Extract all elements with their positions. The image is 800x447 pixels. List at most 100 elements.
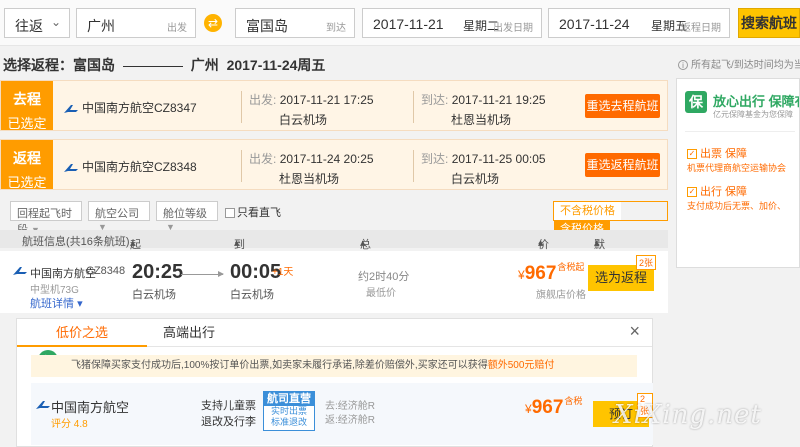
main-content: 选择返程：富国岛 广州 2017-11-24周五 去程 已选定 中国南方航空CZ… — [0, 0, 668, 447]
shield-icon: 保 — [685, 91, 707, 113]
price-note: 旗舰店价格 — [536, 290, 586, 301]
return-dep-airport: 杜恩当机场 — [279, 172, 340, 186]
price-excl-tax-option[interactable]: 不含税价格 — [554, 202, 621, 220]
close-icon[interactable]: × — [629, 321, 640, 342]
return-dep-time: 2017-11-24 20:25 — [279, 152, 374, 166]
child-ticket-label[interactable]: 支持儿童票 — [201, 397, 256, 413]
divider — [241, 150, 242, 182]
departure-period-filter[interactable]: 回程起飞时段▼ — [10, 201, 82, 236]
reselect-return-button[interactable]: 重选返程航班 — [585, 153, 660, 177]
badge-line1: 实时出票 — [270, 406, 307, 416]
sort-icon: ▴ — [360, 237, 366, 249]
search-flights-button[interactable]: 搜索航班 — [738, 8, 800, 38]
tab-premium[interactable]: 高端出行 — [163, 319, 215, 347]
sort-icon: ▴ — [130, 237, 136, 249]
return-airline-name: 中国南方航空CZ8348 — [82, 160, 197, 174]
ticket-guarantee-text: 出票 保障 — [700, 148, 748, 160]
outbound-arr-airport: 杜恩当机场 — [451, 113, 512, 127]
arr-label: 到达: — [421, 152, 449, 166]
return-arrival: 到达: 2017-11-25 00:05 白云机场 — [421, 150, 546, 187]
dep-label: 出发: — [249, 93, 277, 107]
flight-detail-label: 航班详情 — [30, 298, 74, 310]
airline-logo-icon — [64, 104, 78, 113]
dep-airport: 白云机场 — [132, 289, 176, 301]
route-heading: 选择返程：富国岛 广州 2017-11-24周五 — [3, 55, 325, 75]
travel-icon: ✓ — [687, 187, 697, 198]
tab-low-price[interactable]: 低价之选 — [17, 319, 147, 347]
return-suffix: 返程日期 — [681, 23, 721, 34]
price-value: 967 — [531, 397, 564, 418]
route-dest: 广州 — [190, 57, 219, 73]
outbound-airline-name: 中国南方航空CZ8347 — [82, 101, 197, 115]
watermark: XiXing.net — [614, 400, 762, 430]
outbound-cabin: 去:经济舱R — [325, 401, 375, 412]
time-note: i 所有起飞/到达时间均为当 — [678, 56, 800, 71]
return-arr-airport: 白云机场 — [451, 172, 500, 186]
return-tag-title: 返程 — [13, 150, 41, 166]
divider — [413, 150, 414, 182]
time-note-text: 所有起飞/到达时间均为当 — [691, 60, 800, 71]
airline-logo-icon — [36, 401, 50, 409]
return-airline: 中国南方航空CZ8348 — [63, 158, 197, 175]
return-departure: 出发: 2017-11-24 20:25 杜恩当机场 — [249, 150, 374, 187]
cabin-class-filter[interactable]: 舱位等级▼ — [156, 201, 218, 232]
plane-type: 中型机73G — [30, 285, 79, 296]
arr-label: 到达: — [421, 93, 449, 107]
badge-line2: 标准退改 — [270, 417, 307, 427]
direct-only-checkbox[interactable]: 只看直飞 — [225, 204, 281, 220]
return-tag: 返程 已选定 — [1, 140, 53, 190]
airline-logo-icon — [64, 163, 78, 172]
notice-text: 飞猪保障买家支付成功后,100%按订单价出票,如卖家未履行承诺,除差价赔偿外,买… — [71, 360, 488, 371]
outbound-arrival: 到达: 2017-11-21 19:25 杜恩当机场 — [421, 91, 546, 128]
col-info: 航班信息(共16条航班) — [22, 236, 130, 248]
flight-detail-link[interactable]: 航班详情 ▾ — [30, 295, 83, 311]
ticket-guarantee-heading: ✓ 出票 保障 — [687, 145, 747, 161]
outbound-tag-title: 去程 — [13, 91, 41, 107]
route-date: 2017-11-24周五 — [226, 57, 326, 73]
return-leg-card: 返程 已选定 中国南方航空CZ8348 出发: 2017-11-24 20:25… — [0, 139, 668, 190]
price-type-toggle: 不含税价格 含税价格 — [553, 201, 668, 238]
fare-tabs: 低价之选 高端出行 × — [17, 319, 652, 347]
guarantee-box: 保 放心出行 保障有 亿元保障基金为您保障 ✓ 出票 保障 机票代理商航空运输协会… — [676, 78, 800, 268]
currency: ¥ — [518, 268, 525, 282]
outbound-airline: 中国南方航空CZ8347 — [63, 99, 197, 116]
divider — [413, 91, 414, 123]
flight-price: ¥967含税起 — [518, 263, 584, 285]
info-icon: i — [678, 60, 688, 70]
flight-table-header: 航班信息(共16条航班) 起飞时间 ▴ 到达时间 ▴ 总耗时 ▴ 价格 ▴ 默认… — [0, 230, 668, 299]
lowest-price-label: 最低价 — [366, 288, 396, 299]
outbound-dep-airport: 白云机场 — [279, 113, 328, 127]
chevron-down-icon: ▾ — [77, 298, 83, 310]
route-arrow — [122, 65, 183, 67]
reselect-outbound-button[interactable]: 重选去程航班 — [585, 94, 660, 118]
sort-icon: ▴ — [594, 237, 600, 249]
guarantee-title: 放心出行 保障有 — [713, 94, 800, 109]
filter-label: 航空公司 — [95, 208, 139, 220]
refund-baggage-link[interactable]: 退改及行李 — [201, 413, 256, 429]
outbound-tag: 去程 已选定 — [1, 81, 53, 131]
travel-guarantee-desc: 支付成功后无票、加价、 — [687, 201, 787, 211]
flight-row: 中国南方航空 CZ8348 中型机73G 航班详情 ▾ 20:25 白云机场 0… — [0, 251, 668, 313]
return-cabin: 返:经济舱R — [325, 415, 375, 426]
checkbox-box — [225, 208, 235, 219]
outbound-leg-card: 去程 已选定 中国南方航空CZ8347 出发: 2017-11-21 17:25… — [0, 80, 668, 131]
arr-airport: 白云机场 — [230, 289, 274, 301]
ticket-count-badge: 2张 — [636, 255, 657, 270]
right-sidebar: i 所有起飞/到达时间均为当 保 放心出行 保障有 亿元保障基金为您保障 ✓ 出票 … — [672, 46, 800, 447]
return-arr-time: 2017-11-25 00:05 — [451, 152, 546, 166]
arrow-right-icon — [181, 271, 224, 277]
dep-time: 20:25 — [132, 261, 184, 283]
filter-bar: 回程起飞时段▼ 航空公司▼ 舱位等级▼ 只看直飞 不含税价格 含税价格 — [0, 201, 668, 238]
price-unit: 含税 — [564, 396, 583, 406]
sort-icon: ▴ — [234, 237, 240, 249]
flight-code: CZ8348 — [86, 265, 126, 277]
return-tag-status: 已选定 — [7, 175, 47, 190]
outbound-departure: 出发: 2017-11-21 17:25 白云机场 — [249, 91, 374, 128]
plus-day-badge: +1天 — [272, 267, 294, 278]
airline-filter[interactable]: 航空公司▼ — [88, 201, 150, 232]
price-unit: 含税起 — [557, 262, 585, 272]
badge-title: 航司直营 — [264, 392, 314, 406]
guarantee-subtitle: 亿元保障基金为您保障 — [713, 110, 793, 119]
travel-guarantee-heading: ✓ 出行 保障 — [687, 183, 747, 199]
dep-label: 出发: — [249, 152, 277, 166]
